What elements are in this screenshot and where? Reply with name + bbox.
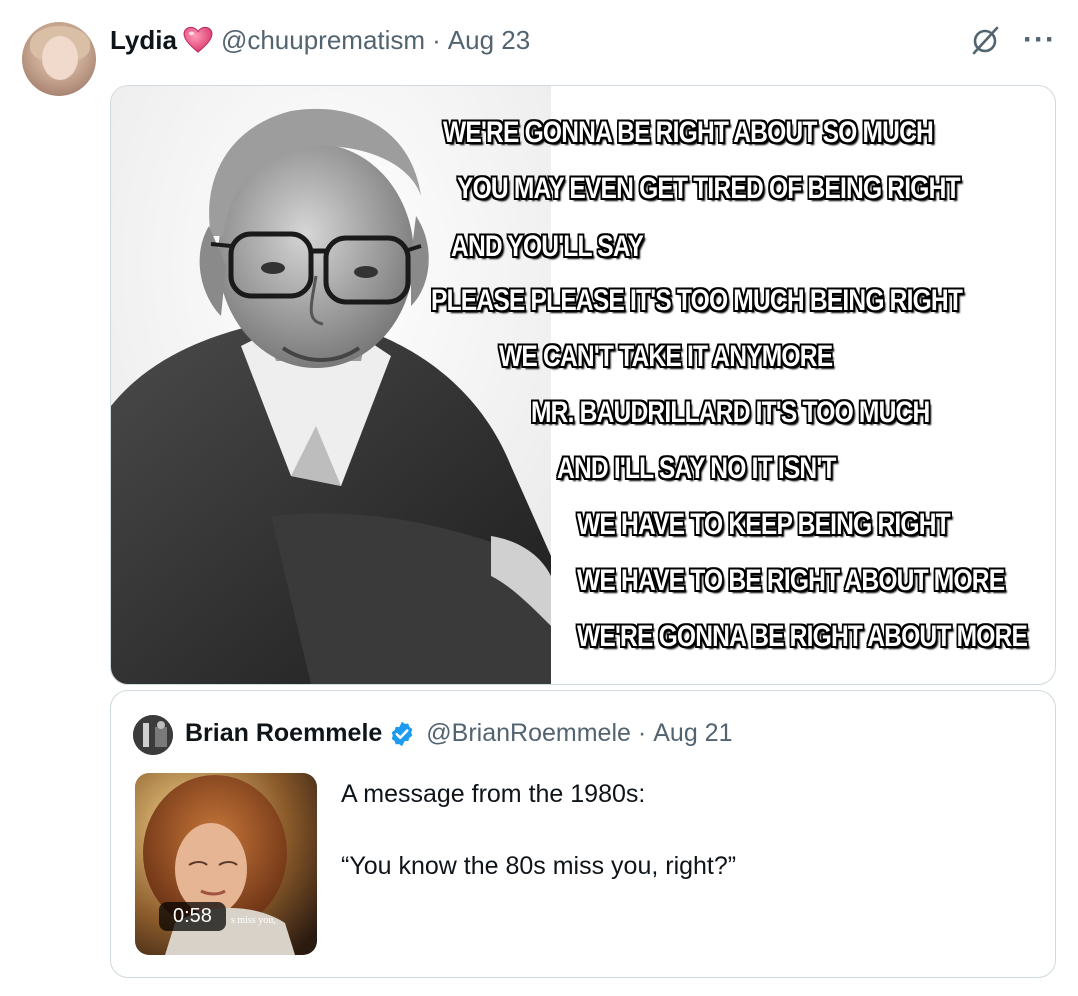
header-separator: · <box>432 24 441 55</box>
tweet-date[interactable]: Aug 23 <box>448 25 530 56</box>
meme-line-10: WE'RE GONNA BE RIGHT ABOUT MORE <box>577 620 1028 653</box>
meme-line-1: WE'RE GONNA BE RIGHT ABOUT SO MUCH <box>443 116 934 149</box>
quoted-text-line-1: A message from the 1980s: <box>341 780 646 808</box>
thumb-caption: s miss you, <box>231 915 276 926</box>
quoted-tweet[interactable]: Brian Roemmele @BrianRoemmele · Aug 21 s… <box>110 690 1056 978</box>
meme-line-3: AND YOU'LL SAY <box>451 230 644 263</box>
heart-emoji-icon <box>183 26 213 53</box>
quoted-header: Brian Roemmele @BrianRoemmele · Aug 21 <box>185 719 733 748</box>
author-handle[interactable]: @chuuprematism <box>221 25 425 56</box>
author-avatar[interactable] <box>22 22 96 96</box>
quoted-author-name[interactable]: Brian Roemmele <box>185 719 382 748</box>
meme-line-7: AND I'LL SAY NO IT ISN'T <box>557 452 836 485</box>
author-name[interactable]: Lydia <box>110 25 177 56</box>
verified-badge-icon <box>392 721 413 746</box>
quoted-author-avatar[interactable] <box>133 715 173 755</box>
quoted-handle[interactable]: @BrianRoemmele <box>426 719 631 748</box>
quoted-separator: · <box>637 719 647 747</box>
more-icon[interactable]: ··· <box>1023 25 1056 55</box>
tweet-header: Lydia @chuuprematism · Aug 23 <box>110 22 530 58</box>
video-duration: 0:58 <box>159 902 226 931</box>
tweet-actions-top: ··· <box>969 24 1056 56</box>
meme-line-4: PLEASE PLEASE IT'S TOO MUCH BEING RIGHT <box>431 284 963 317</box>
meme-line-8: WE HAVE TO KEEP BEING RIGHT <box>577 508 951 541</box>
tweet-media-image[interactable]: WE'RE GONNA BE RIGHT ABOUT SO MUCH YOU M… <box>110 85 1056 685</box>
grok-icon[interactable] <box>969 24 1001 56</box>
meme-line-6: MR. BAUDRILLARD IT'S TOO MUCH <box>531 396 930 429</box>
meme-line-5: WE CAN'T TAKE IT ANYMORE <box>499 340 833 373</box>
quoted-text: A message from the 1980s: “You know the … <box>341 777 736 921</box>
meme-line-2: YOU MAY EVEN GET TIRED OF BEING RIGHT <box>457 172 961 205</box>
quoted-date[interactable]: Aug 21 <box>653 719 732 748</box>
quoted-text-line-2: “You know the 80s miss you, right?” <box>341 852 737 880</box>
meme-line-9: WE HAVE TO BE RIGHT ABOUT MORE <box>577 564 1005 597</box>
video-thumbnail[interactable]: s miss you, 0:58 <box>135 773 317 955</box>
